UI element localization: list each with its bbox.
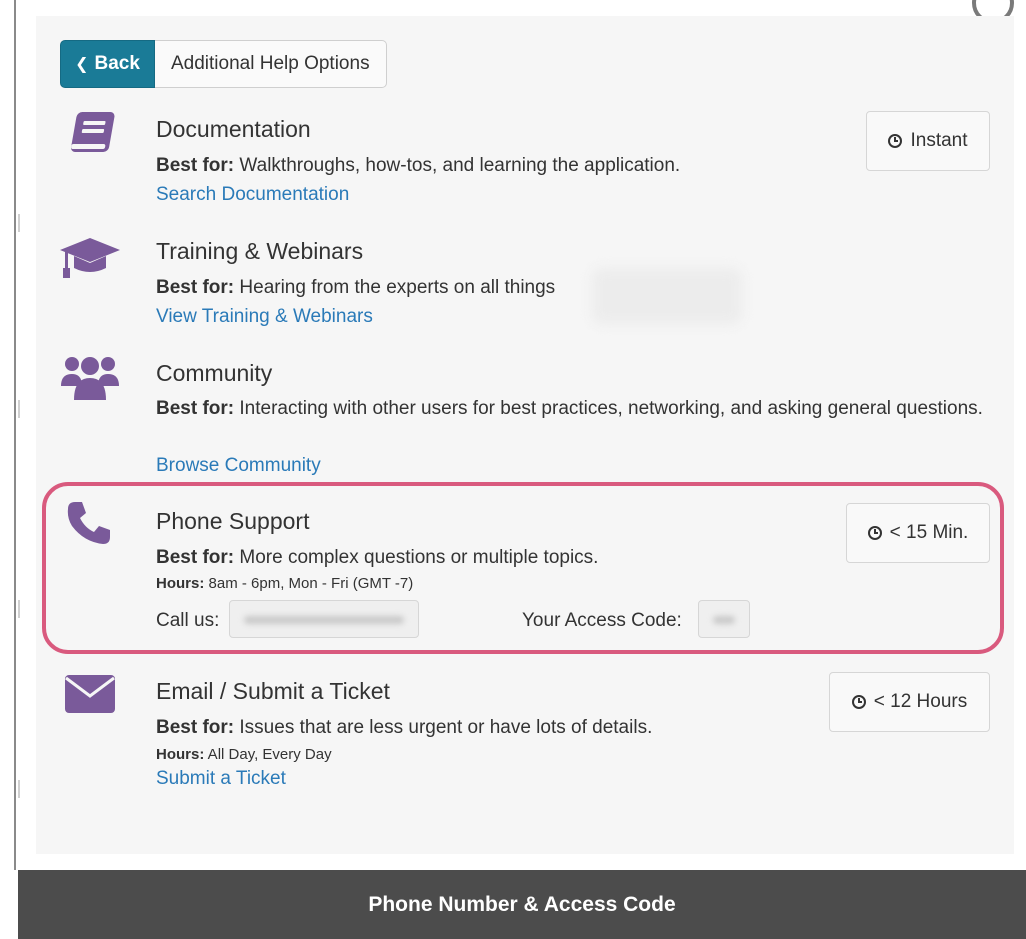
- chevron-left-icon: ❮: [75, 56, 89, 73]
- best-for-label: Best for:: [156, 155, 235, 176]
- best-for-value: Hearing from the experts on all things: [234, 277, 556, 298]
- caption-text: Phone Number & Access Code: [368, 892, 676, 916]
- redacted-text: [592, 268, 742, 324]
- best-for-text: Best for: Issues that are less urgent or…: [156, 717, 652, 739]
- browse-community-link[interactable]: Browse Community: [156, 455, 321, 477]
- best-for-label: Best for:: [156, 717, 235, 738]
- best-for-text: Best for: Walkthroughs, how-tos, and lea…: [156, 155, 680, 177]
- option-title: Documentation: [156, 116, 311, 142]
- graduation-cap-icon: [60, 234, 120, 284]
- view-training-link[interactable]: View Training & Webinars: [156, 306, 373, 328]
- access-code-field[interactable]: [698, 600, 750, 638]
- edge-tick: [18, 780, 20, 798]
- time-badge-label: < 15 Min.: [889, 522, 969, 543]
- option-title: Training & Webinars: [156, 238, 364, 264]
- best-for-value: More complex questions or multiple topic…: [234, 547, 599, 568]
- option-title: Community: [156, 360, 273, 386]
- best-for-value: Issues that are less urgent or have lots…: [234, 717, 653, 738]
- best-for-text: Best for: Interacting with other users f…: [156, 395, 986, 423]
- left-edge-line: [14, 0, 16, 870]
- envelope-icon: [64, 674, 116, 714]
- best-for-label: Best for:: [156, 547, 235, 568]
- hours-label: Hours:: [156, 746, 205, 763]
- time-badge: < 12 Hours: [829, 672, 990, 732]
- option-title: Email / Submit a Ticket: [156, 678, 390, 704]
- call-us-label: Call us:: [156, 610, 220, 631]
- time-badge: Instant: [866, 111, 990, 171]
- search-documentation-link[interactable]: Search Documentation: [156, 184, 349, 206]
- clock-icon: [867, 526, 882, 540]
- hours-value: All Day, Every Day: [204, 746, 332, 763]
- hours-value: 8am - 6pm, Mon - Fri (GMT -7): [204, 575, 414, 592]
- back-button-label: Back: [94, 53, 140, 74]
- header-button-group: ❮ Back Additional Help Options: [60, 40, 387, 88]
- hours-text: Hours: 8am - 6pm, Mon - Fri (GMT -7): [156, 575, 413, 592]
- caption-bar: Phone Number & Access Code: [18, 870, 1026, 939]
- time-badge-label: Instant: [910, 130, 968, 151]
- best-for-value: Walkthroughs, how-tos, and learning the …: [234, 155, 681, 176]
- best-for-label: Best for:: [156, 277, 235, 298]
- clock-icon: [851, 695, 866, 709]
- hours-text: Hours: All Day, Every Day: [156, 746, 332, 763]
- best-for-text: Best for: Hearing from the experts on al…: [156, 277, 555, 299]
- best-for-label: Best for:: [156, 398, 235, 419]
- edge-tick: [18, 600, 20, 618]
- back-button[interactable]: ❮ Back: [60, 40, 155, 88]
- help-panel: ❮ Back Additional Help Options Documenta…: [36, 16, 1014, 854]
- access-code-label: Your Access Code:: [522, 610, 682, 631]
- time-badge: < 15 Min.: [846, 503, 990, 563]
- edge-tick: [18, 214, 20, 232]
- phone-icon: [66, 500, 112, 546]
- additional-help-options-button[interactable]: Additional Help Options: [155, 40, 387, 88]
- hours-label: Hours:: [156, 575, 205, 592]
- best-for-value: Interacting with other users for best pr…: [234, 398, 983, 419]
- time-badge-label: < 12 Hours: [873, 691, 968, 712]
- clock-icon: [888, 134, 903, 148]
- phone-number-field[interactable]: [229, 600, 419, 638]
- edge-tick: [18, 400, 20, 418]
- users-icon: [60, 352, 120, 402]
- option-title: Phone Support: [156, 508, 310, 534]
- submit-ticket-link[interactable]: Submit a Ticket: [156, 768, 286, 790]
- book-icon: [60, 108, 120, 158]
- best-for-text: Best for: More complex questions or mult…: [156, 547, 598, 569]
